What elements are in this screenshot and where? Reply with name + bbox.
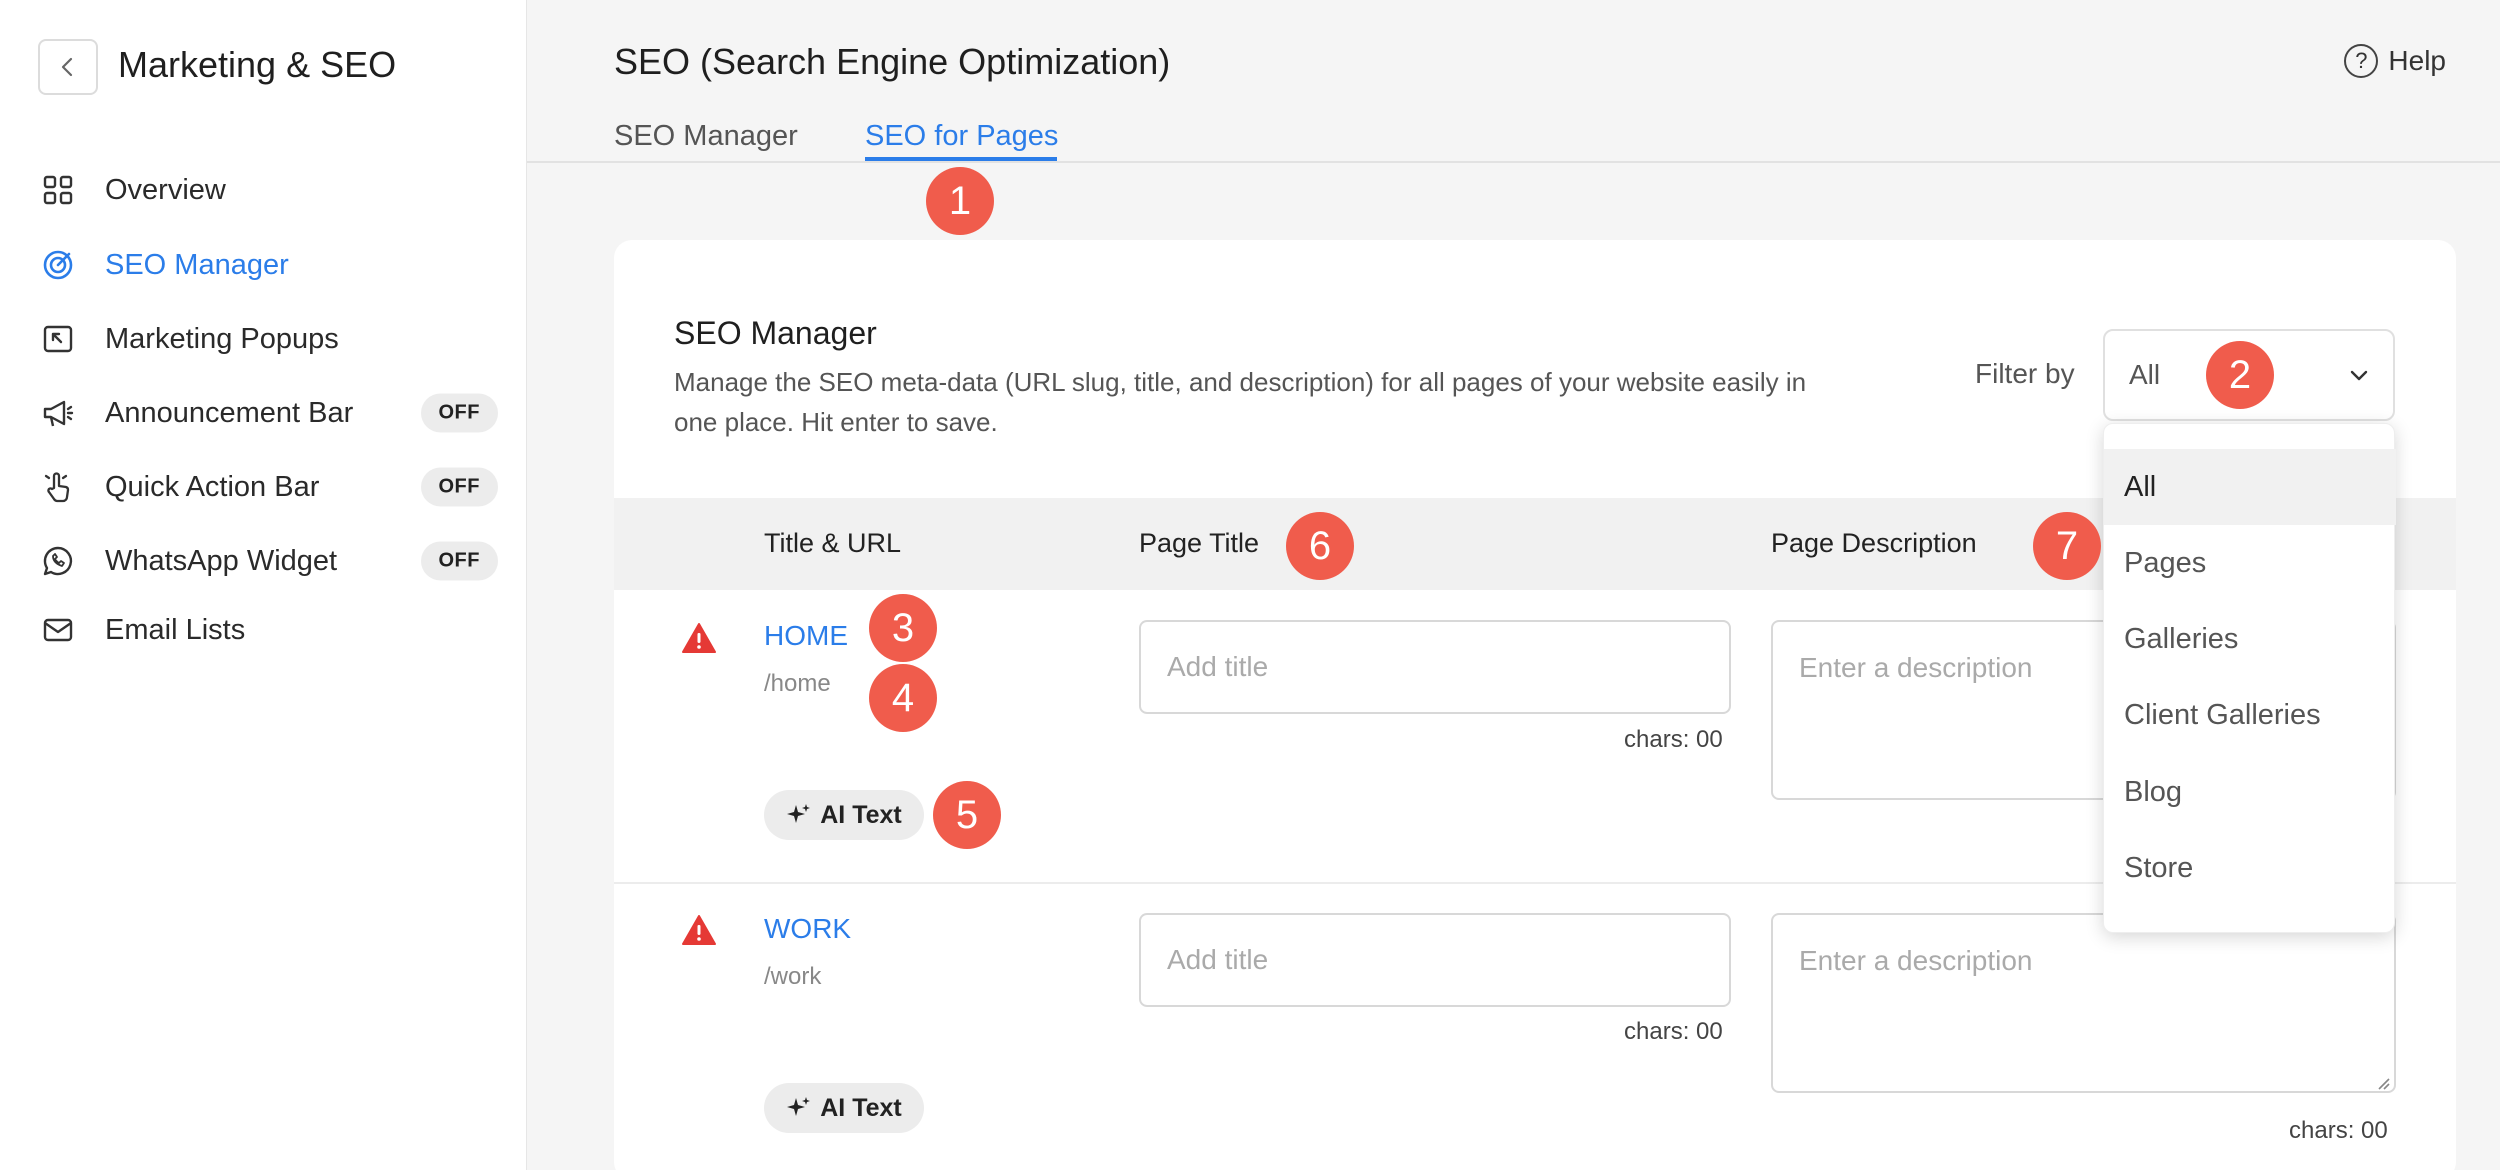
annotation-badge: 2 [2206, 341, 2274, 409]
sidebar-item-label: Quick Action Bar [105, 470, 320, 503]
filter-label: Filter by [1975, 358, 2075, 389]
filter-option-blog[interactable]: Blog [2104, 754, 2396, 830]
sparkle-icon [786, 1095, 812, 1121]
page-description-input[interactable]: Enter a description [1771, 913, 2396, 1093]
sidebar-item-overview[interactable]: Overview [40, 162, 480, 218]
sidebar: Marketing & SEO Overview SEO Manager Mar… [0, 0, 527, 1170]
title-char-count: chars: 00 [1624, 1018, 1723, 1045]
filter-option-galleries[interactable]: Galleries [2104, 601, 2396, 677]
page-link-work[interactable]: WORK [764, 913, 851, 945]
card-description: Manage the SEO meta-data (URL slug, titl… [674, 367, 1807, 437]
annotation-badge: 1 [926, 167, 994, 235]
column-header-title-url: Title & URL [764, 528, 902, 558]
grid-icon [40, 172, 76, 208]
whatsapp-icon [40, 543, 76, 579]
filter-option-pages[interactable]: Pages [2104, 525, 2396, 601]
tabs-divider [527, 161, 2500, 163]
sidebar-item-label: Announcement Bar [105, 396, 354, 429]
title-char-count: chars: 00 [1624, 726, 1723, 753]
filter-option-all[interactable]: All [2104, 449, 2396, 525]
help-button[interactable]: ? Help [2344, 44, 2446, 78]
sidebar-item-label: Email Lists [105, 613, 246, 646]
annotation-badge: 7 [2033, 512, 2101, 580]
megaphone-icon [40, 395, 76, 431]
ai-text-label: AI Text [820, 1093, 902, 1122]
page-title: SEO (Search Engine Optimization) [614, 41, 1171, 82]
warning-icon [682, 915, 716, 945]
active-tab-indicator [865, 157, 1057, 161]
sidebar-item-label: Overview [105, 173, 226, 206]
filter-option-store[interactable]: Store [2104, 830, 2396, 906]
annotation-badge: 5 [933, 781, 1001, 849]
column-header-page-description: Page Description [1771, 528, 1977, 558]
sidebar-item-label: WhatsApp Widget [105, 544, 338, 577]
annotation-badge: 3 [869, 594, 937, 662]
resize-handle-icon[interactable] [2374, 1074, 2390, 1090]
ai-text-button[interactable]: AI Text [764, 790, 924, 840]
sidebar-item-announcement-bar[interactable]: Announcement Bar OFF [40, 385, 498, 441]
page-slug: /home [764, 670, 831, 697]
page-title-input[interactable]: Add title [1139, 620, 1731, 714]
sidebar-item-whatsapp-widget[interactable]: WhatsApp Widget OFF [40, 533, 498, 589]
mail-icon [40, 612, 76, 648]
filter-dropdown-menu: All Pages Galleries Client Galleries Blo… [2103, 423, 2396, 933]
page-slug: /work [764, 963, 822, 990]
annotation-badge: 4 [869, 664, 937, 732]
tap-icon [40, 469, 76, 505]
filter-value: All [2129, 359, 2161, 390]
sidebar-item-label: SEO Manager [105, 248, 289, 281]
page-link-home[interactable]: HOME [764, 620, 848, 652]
tab-seo-for-pages[interactable]: SEO for Pages [865, 120, 1058, 153]
tab-seo-manager[interactable]: SEO Manager [614, 120, 798, 153]
annotation-badge: 6 [1286, 512, 1354, 580]
page-title-input[interactable]: Add title [1139, 913, 1731, 1007]
quick-action-bar-toggle[interactable]: OFF [420, 467, 498, 507]
warning-icon [682, 623, 716, 653]
target-icon [40, 247, 76, 283]
sidebar-item-marketing-popups[interactable]: Marketing Popups [40, 311, 480, 367]
description-char-count: chars: 00 [2289, 1117, 2388, 1144]
ai-text-button[interactable]: AI Text [764, 1083, 924, 1133]
chevron-down-icon [2350, 370, 2368, 381]
filter-option-client-galleries[interactable]: Client Galleries [2104, 677, 2396, 753]
help-icon: ? [2344, 44, 2379, 78]
card-title: SEO Manager [674, 315, 877, 351]
sidebar-title: Marketing & SEO [118, 44, 397, 85]
sparkle-icon [786, 802, 812, 828]
chevron-left-icon [61, 57, 73, 77]
sidebar-item-label: Marketing Popups [105, 322, 339, 355]
announcement-bar-toggle[interactable]: OFF [420, 393, 498, 433]
help-label: Help [2388, 45, 2446, 76]
whatsapp-widget-toggle[interactable]: OFF [420, 541, 498, 581]
sidebar-item-email-lists[interactable]: Email Lists [40, 602, 480, 658]
column-header-page-title: Page Title [1139, 528, 1260, 558]
popup-icon [40, 321, 76, 357]
back-button[interactable] [38, 39, 98, 95]
sidebar-item-quick-action-bar[interactable]: Quick Action Bar OFF [40, 459, 498, 515]
ai-text-label: AI Text [820, 800, 902, 829]
sidebar-item-seo-manager[interactable]: SEO Manager [40, 237, 480, 293]
